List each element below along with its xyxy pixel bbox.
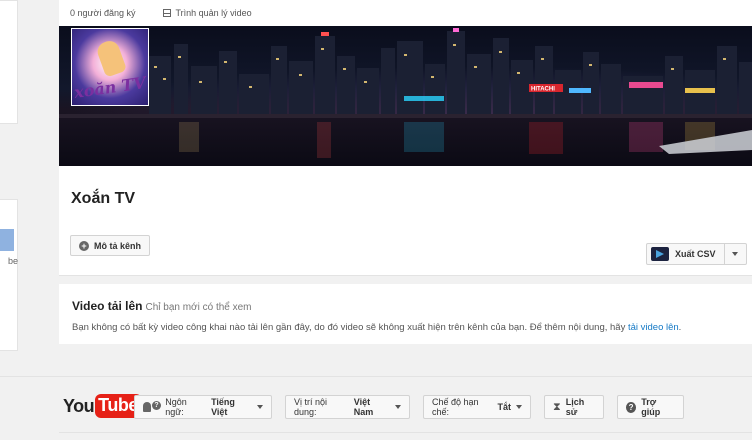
left-sidebar: be	[0, 0, 35, 440]
film-icon	[163, 9, 172, 17]
city-skyline-image: HITACHI	[59, 28, 752, 158]
channel-header-card: Xoắn TV + Mô tả kênh Xuất CSV	[59, 166, 752, 276]
export-csv-dropdown[interactable]	[724, 243, 747, 265]
sidebar-card-top	[0, 0, 18, 124]
channel-title: Xoắn TV	[71, 190, 136, 207]
content-location-button[interactable]: Vị trí nội dung: Việt Nam	[285, 395, 410, 419]
sidebar-card-bottom	[0, 199, 18, 351]
csv-export-icon	[651, 247, 669, 261]
uploads-empty-message: Bạn không có bất kỳ video công khai nào …	[72, 322, 681, 333]
restricted-value: Tắt	[497, 402, 512, 412]
location-label: Vị trí nội dung:	[294, 397, 328, 417]
sidebar-blue-button[interactable]	[0, 229, 14, 251]
language-value: Tiếng Việt	[211, 397, 235, 417]
footer-bottom-line	[59, 432, 752, 433]
hourglass-icon: ⧗	[553, 400, 561, 413]
history-button[interactable]: ⧗ Lịch sử	[544, 395, 604, 419]
help-button[interactable]: ? Trợ giúp	[617, 395, 684, 419]
channel-avatar[interactable]: xoăn TV	[71, 28, 149, 106]
subscriber-count-label: 0 người đăng ký	[70, 8, 136, 18]
subscriber-count: 0 người đăng ký	[70, 8, 135, 18]
video-manager-label: Trình quản lý video	[175, 8, 252, 18]
sidebar-text-snippet: be	[7, 256, 18, 266]
chevron-down-icon	[516, 405, 522, 409]
help-label: Trợ giúp	[641, 397, 661, 417]
site-footer: YouTube Ngôn ngữ: Tiếng Việt Vị trí nội …	[0, 377, 752, 440]
channel-main: 0 người đăng ký Trình quản lý video HITA…	[59, 0, 752, 344]
uploads-message-end: .	[678, 322, 682, 333]
uploads-section: Video tải lên Chỉ bạn mới có thể xem Bạn …	[59, 284, 752, 344]
export-csv-label: Xuất CSV	[675, 249, 716, 259]
channel-banner: HITACHI xoăn TV	[59, 26, 752, 166]
avatar-logo-text: xoăn TV	[72, 73, 148, 102]
youtube-logo[interactable]: You Tube	[63, 394, 142, 418]
uploads-message-text: Bạn không có bất kỳ video công khai nào …	[72, 322, 628, 333]
language-picker-button[interactable]: Ngôn ngữ: Tiếng Việt	[134, 395, 272, 419]
video-manager-link[interactable]: Trình quản lý video	[163, 8, 252, 18]
export-csv-group: Xuất CSV	[646, 243, 747, 265]
uploads-heading: Video tải lên Chỉ bạn mới có thể xem	[72, 299, 252, 313]
restricted-label: Chế độ hạn chế:	[432, 397, 479, 417]
chevron-down-icon	[257, 405, 264, 409]
export-csv-button[interactable]: Xuất CSV	[646, 243, 725, 265]
stats-bar: 0 người đăng ký Trình quản lý video	[59, 0, 752, 26]
upload-video-link[interactable]: tải video lên	[628, 322, 679, 333]
restricted-mode-button[interactable]: Chế độ hạn chế: Tắt	[423, 395, 531, 419]
language-icon	[143, 401, 162, 412]
language-label: Ngôn ngữ:	[165, 397, 187, 417]
uploads-subtitle: Chỉ bạn mới có thể xem	[145, 302, 252, 313]
location-value: Việt Nam	[353, 397, 374, 417]
channel-description-button[interactable]: + Mô tả kênh	[70, 235, 151, 256]
avatar-image: xoăn TV	[72, 29, 148, 105]
uploads-title: Video tải lên	[72, 299, 143, 313]
banner-sign-text: HITACHI	[531, 87, 555, 93]
chevron-down-icon	[395, 405, 401, 409]
plus-circle-icon: +	[79, 240, 89, 251]
channel-description-label: Mô tả kênh	[94, 240, 142, 251]
avatar-hand-graphic	[94, 38, 128, 78]
history-label: Lịch sử	[565, 397, 585, 417]
help-icon: ?	[626, 401, 637, 413]
youtube-logo-you: You	[63, 395, 95, 416]
chevron-down-icon	[732, 252, 739, 256]
